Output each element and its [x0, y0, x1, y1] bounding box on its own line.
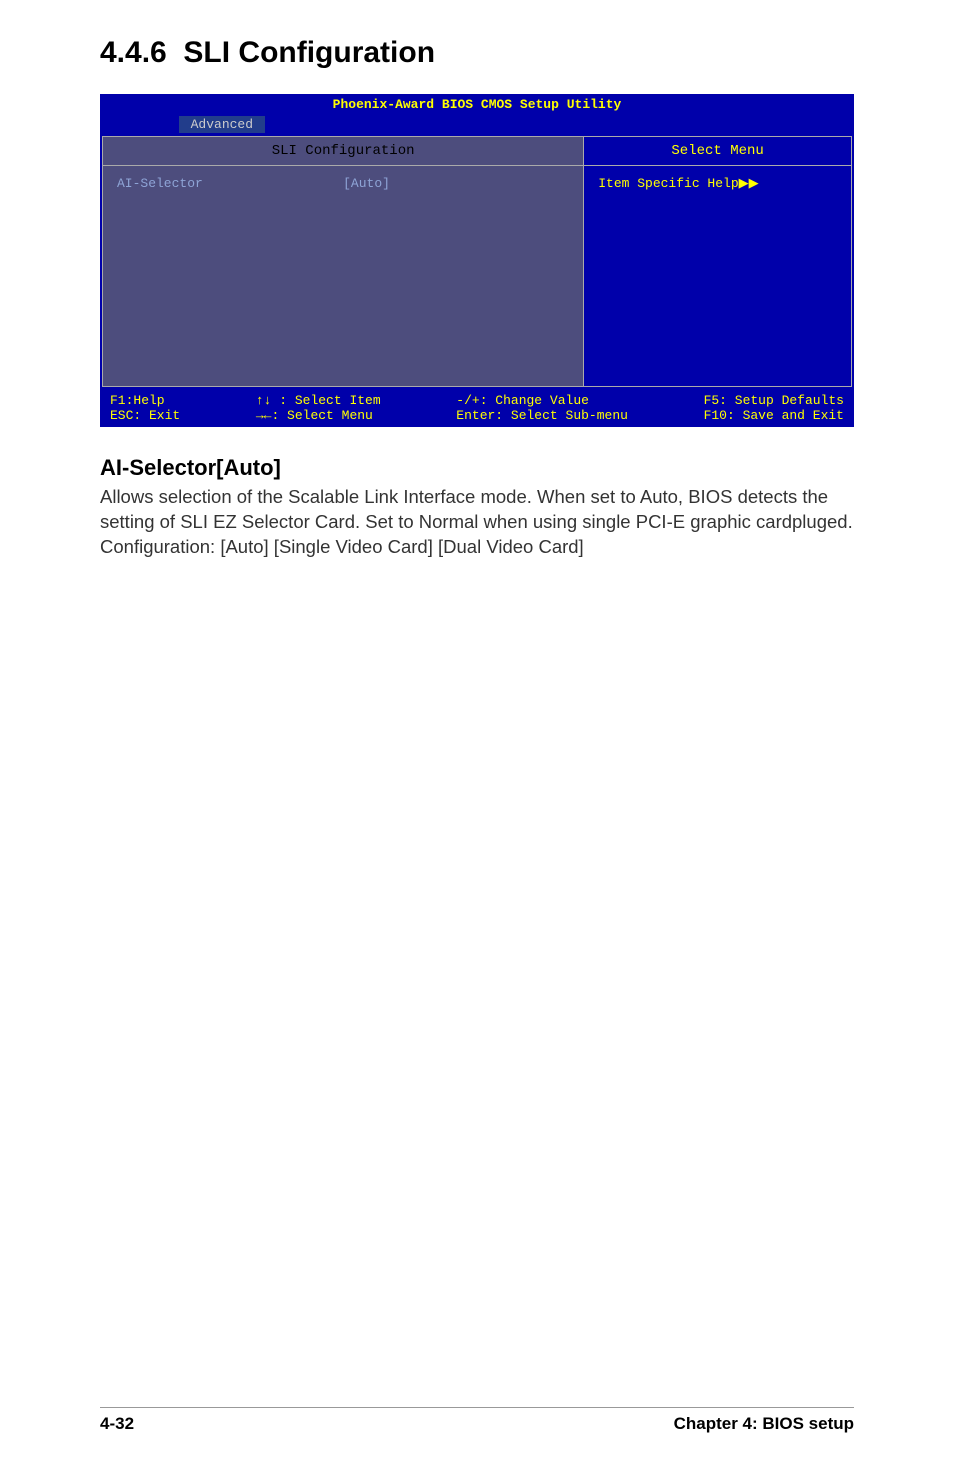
bios-menu-bar: Advanced — [100, 115, 854, 134]
body-paragraph-2: Configuration: [Auto] [Single Video Card… — [100, 535, 854, 560]
section-title: SLI Configuration — [183, 36, 435, 69]
footer-defaults: F5: Setup Defaults — [704, 393, 844, 408]
section-number: 4.4.6 — [100, 36, 167, 69]
footer-col-3: -/+: Change Value Enter: Select Sub-menu — [456, 393, 628, 423]
body-paragraph-1: Allows selection of the Scalable Link In… — [100, 485, 854, 535]
bios-title: Phoenix-Award BIOS CMOS Setup Utility — [100, 94, 854, 115]
footer-select-submenu: Enter: Select Sub-menu — [456, 408, 628, 423]
config-value: [Auto] — [343, 176, 569, 191]
chapter-label: Chapter 4: BIOS setup — [674, 1414, 854, 1434]
menu-spacer — [100, 116, 179, 133]
footer-col-4: F5: Setup Defaults F10: Save and Exit — [704, 393, 844, 423]
footer-save-exit: F10: Save and Exit — [704, 408, 844, 423]
help-text: Item Specific Help▶▶ — [584, 166, 851, 386]
footer-col-2: ↑↓ : Select Item →←: Select Menu — [256, 393, 381, 423]
bios-right-panel: Select Menu Item Specific Help▶▶ — [584, 137, 851, 386]
footer-help: F1:Help — [110, 393, 165, 408]
bios-content: AI-Selector [Auto] — [103, 166, 583, 386]
bios-left-panel: SLI Configuration AI-Selector [Auto] — [103, 137, 584, 386]
footer-select-menu: →←: Select Menu — [256, 408, 373, 423]
right-panel-header: Select Menu — [584, 137, 851, 166]
body-heading: AI-Selector[Auto] — [100, 455, 854, 481]
config-row-ai-selector[interactable]: AI-Selector [Auto] — [117, 176, 569, 191]
section-heading: 4.4.6 SLI Configuration — [100, 36, 854, 70]
footer-col-1: F1:Help ESC: Exit — [110, 393, 180, 423]
bios-body: SLI Configuration AI-Selector [Auto] Sel… — [102, 136, 852, 387]
footer-exit: ESC: Exit — [110, 408, 180, 423]
bios-window: Phoenix-Award BIOS CMOS Setup Utility Ad… — [100, 94, 854, 427]
bios-footer-bar: F1:Help ESC: Exit ↑↓ : Select Item →←: S… — [100, 389, 854, 427]
footer-change-value: -/+: Change Value — [456, 393, 589, 408]
menu-item-advanced[interactable]: Advanced — [179, 116, 265, 133]
page-number: 4-32 — [100, 1414, 134, 1434]
config-label: AI-Selector — [117, 176, 343, 191]
page-footer: 4-32 Chapter 4: BIOS setup — [100, 1407, 854, 1434]
left-panel-header: SLI Configuration — [103, 137, 583, 166]
footer-select-item: ↑↓ : Select Item — [256, 393, 381, 408]
